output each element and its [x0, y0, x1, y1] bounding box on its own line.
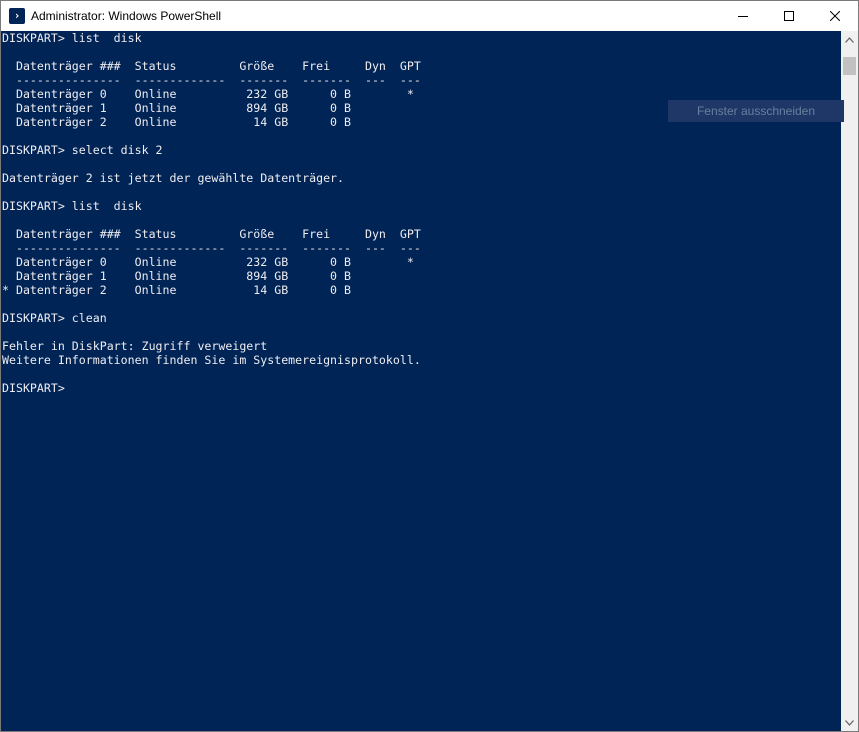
scroll-down-button[interactable] [841, 714, 858, 731]
window-title: Administrator: Windows PowerShell [31, 9, 222, 23]
maximize-button[interactable] [766, 1, 812, 31]
console-line: DISKPART> list disk [2, 199, 142, 213]
scroll-thumb[interactable] [843, 57, 856, 75]
console-line: Datenträger 0 Online 232 GB 0 B * [2, 255, 414, 269]
minimize-icon [738, 16, 748, 17]
title-bar[interactable]: › Administrator: Windows PowerShell [1, 1, 858, 31]
close-button[interactable] [812, 1, 858, 31]
maximize-icon [784, 11, 794, 21]
console-line: Weitere Informationen finden Sie im Syst… [2, 353, 421, 367]
console-line: DISKPART> [2, 381, 65, 395]
chevron-up-icon [845, 36, 854, 43]
console-line: --------------- ------------- ------- --… [2, 73, 421, 87]
chevron-down-icon [845, 719, 854, 726]
console-line: Datenträger ### Status Größe Frei Dyn GP… [2, 227, 421, 241]
console-output[interactable]: DISKPART> list disk Datenträger ### Stat… [1, 31, 841, 731]
console-line: Datenträger 2 ist jetzt der gewählte Dat… [2, 171, 345, 185]
console-text[interactable]: DISKPART> list disk Datenträger ### Stat… [1, 31, 841, 395]
console-line: Datenträger 0 Online 232 GB 0 B * [2, 87, 414, 101]
console-line: Datenträger ### Status Größe Frei Dyn GP… [2, 59, 421, 73]
console-line: Fehler in DiskPart: Zugriff verweigert [2, 339, 268, 353]
snip-window-tooltip: Fenster ausschneiden [668, 100, 844, 122]
powershell-icon[interactable]: › [9, 8, 25, 24]
console-line: --------------- ------------- ------- --… [2, 241, 421, 255]
close-icon [830, 11, 840, 21]
powershell-window: › Administrator: Windows PowerShell DISK… [0, 0, 859, 732]
console-line: Datenträger 1 Online 894 GB 0 B [2, 269, 352, 283]
vertical-scrollbar[interactable] [841, 31, 858, 731]
minimize-button[interactable] [720, 1, 766, 31]
console-line: DISKPART> list disk [2, 31, 142, 45]
console-line: * Datenträger 2 Online 14 GB 0 B [2, 283, 352, 297]
console-line: DISKPART> select disk 2 [2, 143, 163, 157]
caption-buttons [720, 1, 858, 31]
console-line: DISKPART> clean [2, 311, 107, 325]
scroll-up-button[interactable] [841, 31, 858, 48]
